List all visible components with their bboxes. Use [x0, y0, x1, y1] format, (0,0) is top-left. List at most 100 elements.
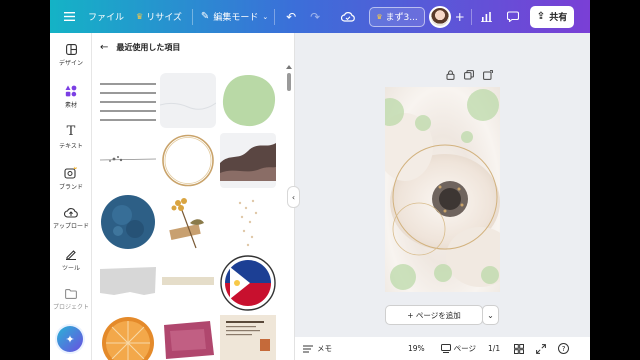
- add-page-options-button[interactable]: ⌄: [482, 305, 499, 325]
- scrollbar-thumb[interactable]: [287, 73, 291, 91]
- avatar[interactable]: [428, 5, 451, 28]
- project-title-button[interactable]: ♛ まず3...: [369, 6, 425, 27]
- panel-title: 最近使用した項目: [116, 43, 181, 52]
- divider: [470, 8, 472, 25]
- crown-icon: ♛: [136, 12, 144, 21]
- magic-assistant-button[interactable]: ✦: [57, 326, 83, 352]
- file-menu-button[interactable]: ファイル: [88, 6, 124, 28]
- divider: [274, 8, 276, 25]
- recent-item-tape[interactable]: [160, 257, 216, 307]
- chevron-down-icon: ⌄: [487, 310, 494, 320]
- chevron-left-icon: ‹: [291, 192, 296, 202]
- elements-panel: ← 最近使用した項目: [92, 33, 295, 360]
- crown-icon: ♛: [376, 12, 383, 21]
- notes-button[interactable]: メモ: [303, 343, 332, 354]
- bar-chart-icon: [481, 11, 493, 22]
- notes-icon: [303, 345, 313, 352]
- lock-icon[interactable]: [446, 70, 455, 80]
- elements-icon: [65, 85, 77, 97]
- top-bar: ファイル ♛ リサイズ ✎ 編集モード ⌄ ↶ ↷ ♛ まず3... + ⇪ 共…: [50, 0, 590, 33]
- hamburger-icon: [63, 12, 75, 21]
- recent-item-floral-line[interactable]: [100, 133, 156, 188]
- resize-label: リサイズ: [146, 13, 182, 23]
- recent-item-green-blob[interactable]: [220, 73, 276, 128]
- recent-item-dots[interactable]: [220, 193, 276, 251]
- share-icon: ⇪: [536, 11, 546, 22]
- sidebar-item-design[interactable]: デザイン: [50, 44, 92, 67]
- folder-icon: [65, 289, 77, 299]
- recent-item-philippine-flag-badge[interactable]: [220, 255, 276, 311]
- undo-button[interactable]: ↶: [281, 6, 301, 28]
- plus-icon: +: [454, 9, 465, 24]
- pages-icon: [440, 344, 451, 353]
- help-button[interactable]: ?: [558, 343, 570, 354]
- bottom-bar: メモ 19% ページ 1/1 ?: [295, 337, 590, 360]
- recent-item-pink-texture[interactable]: [160, 317, 216, 360]
- duplicate-icon[interactable]: [464, 70, 474, 80]
- pencil-icon: ✎: [200, 11, 210, 22]
- left-sidebar: デザイン 素材 T テキスト ブランド アップロード ツール プロジェクト: [50, 33, 92, 360]
- panel-header: ← 最近使用した項目: [100, 42, 180, 53]
- recent-item-dried-flower[interactable]: [160, 193, 216, 251]
- add-page-button[interactable]: + ページを追加: [385, 305, 483, 325]
- collapse-panel-button[interactable]: ‹: [287, 186, 300, 208]
- insights-button[interactable]: [476, 6, 498, 28]
- layout-icon: [65, 44, 77, 55]
- recent-item-paper[interactable]: [160, 73, 216, 128]
- add-collaborator-button[interactable]: +: [453, 6, 467, 28]
- sidebar-item-label: 素材: [64, 102, 77, 109]
- panel-scrollbar[interactable]: [287, 69, 291, 359]
- edit-mode-label: 編集モード: [213, 13, 259, 23]
- sidebar-item-label: テキスト: [59, 143, 83, 150]
- grid-view-icon[interactable]: [514, 343, 525, 354]
- pages-button[interactable]: ページ: [440, 343, 477, 354]
- sidebar-item-label: ツール: [61, 265, 80, 272]
- sidebar-item-text[interactable]: T テキスト: [50, 124, 92, 150]
- sidebar-item-draw[interactable]: ツール: [50, 248, 92, 272]
- menu-button[interactable]: [58, 6, 80, 28]
- upload-icon: [64, 208, 78, 218]
- brand-icon: [64, 166, 77, 179]
- sparkle-icon: ✦: [65, 332, 75, 346]
- file-label: ファイル: [88, 13, 125, 23]
- divider: [191, 8, 193, 25]
- back-arrow-icon[interactable]: ←: [100, 42, 108, 53]
- sidebar-item-brand[interactable]: ブランド: [50, 166, 92, 191]
- text-icon: T: [66, 124, 76, 139]
- redo-button[interactable]: ↷: [305, 6, 325, 28]
- sidebar-item-uploads[interactable]: アップロード: [50, 207, 92, 230]
- cloud-save-button[interactable]: [337, 6, 359, 28]
- recent-item-vintage-paper[interactable]: [220, 315, 276, 360]
- undo-icon: ↶: [286, 9, 297, 24]
- recent-item-torn-paper[interactable]: [100, 257, 156, 307]
- design-page[interactable]: [385, 87, 500, 292]
- share-label: 共有: [549, 13, 568, 23]
- sidebar-item-label: デザイン: [58, 60, 83, 67]
- resize-button[interactable]: ♛ リサイズ: [136, 6, 182, 28]
- pages-label: ページ: [453, 344, 477, 353]
- edit-mode-dropdown[interactable]: ✎ 編集モード ⌄: [201, 6, 268, 28]
- recent-item-gold-ring[interactable]: [160, 133, 216, 188]
- comment-icon: [506, 11, 519, 22]
- zoom-level[interactable]: 19%: [408, 344, 425, 353]
- sidebar-item-projects[interactable]: プロジェクト: [50, 289, 92, 311]
- recent-item-lines[interactable]: [100, 73, 156, 128]
- help-icon: ?: [561, 344, 566, 353]
- fullscreen-icon[interactable]: [536, 343, 547, 354]
- recent-item-orange-slice[interactable]: [100, 315, 156, 360]
- canvas-area-bottom: [295, 327, 590, 337]
- sidebar-item-label: ブランド: [58, 184, 83, 191]
- comments-button[interactable]: [502, 6, 524, 28]
- share-button[interactable]: ⇪ 共有: [529, 5, 575, 28]
- page-toolbar: [446, 70, 493, 80]
- project-title: まず3...: [385, 13, 418, 23]
- recent-item-blue-circle[interactable]: [100, 193, 156, 251]
- recent-item-dark-hills[interactable]: [220, 133, 276, 188]
- draw-icon: [66, 250, 76, 260]
- sidebar-item-label: プロジェクト: [52, 304, 89, 311]
- cloud-check-icon: [341, 11, 356, 22]
- notes-label: メモ: [317, 344, 332, 353]
- sidebar-item-elements[interactable]: 素材: [50, 85, 92, 109]
- add-page-icon[interactable]: [483, 70, 493, 80]
- page-count: 1/1: [488, 344, 501, 353]
